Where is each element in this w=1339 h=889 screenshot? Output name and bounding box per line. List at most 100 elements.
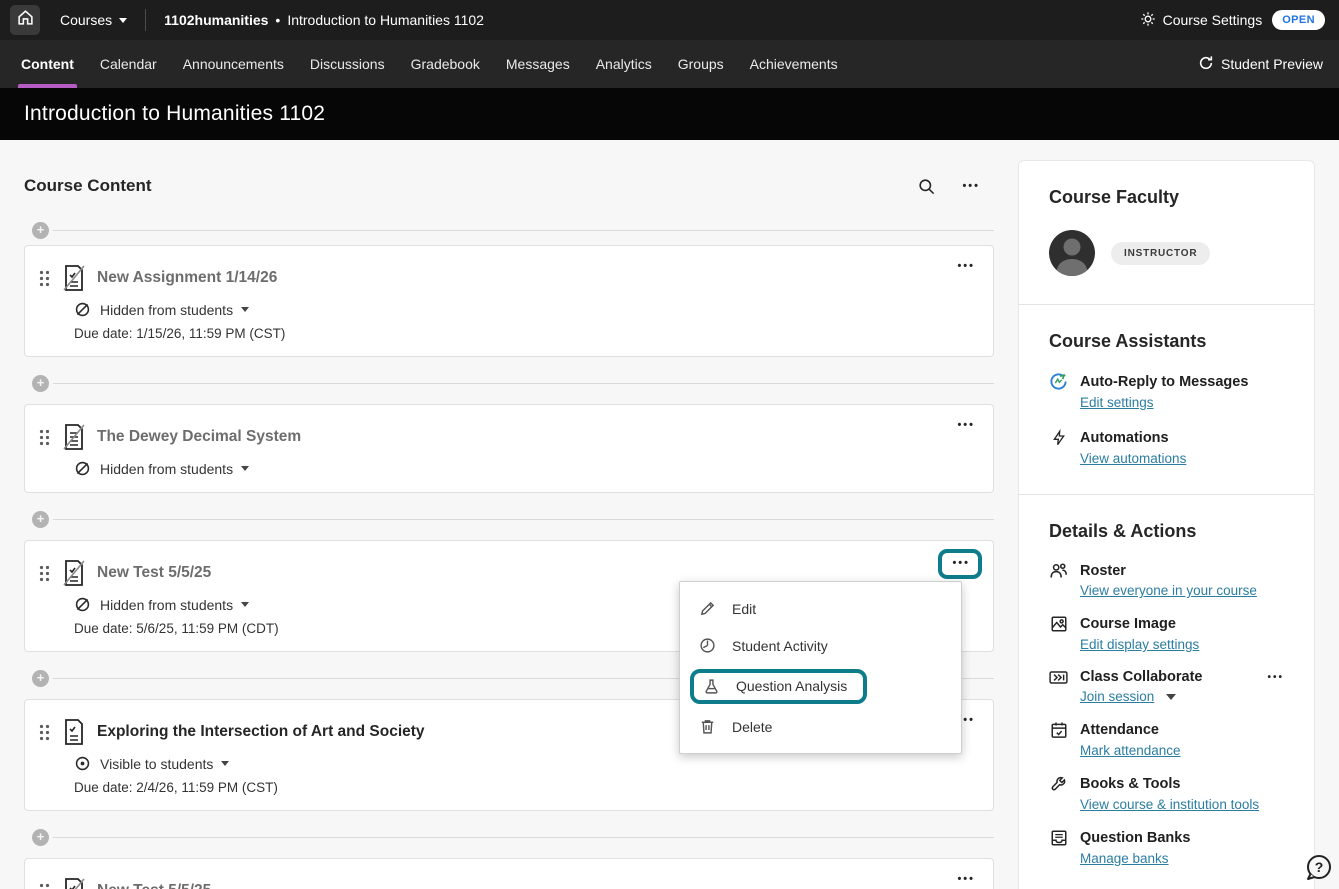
breadcrumb-course-id: 1102humanities — [164, 12, 268, 28]
assistant-item-automations: Automations View automations — [1049, 429, 1284, 466]
question-banks-link[interactable]: Manage banks — [1080, 851, 1169, 866]
people-icon — [1049, 562, 1068, 579]
menu-item-label: Student Activity — [732, 638, 828, 654]
course-settings-button[interactable]: Course Settings — [1140, 11, 1263, 30]
student-preview-button[interactable]: Student Preview — [1198, 55, 1323, 74]
chevron-down-icon — [241, 602, 249, 607]
course-settings-label: Course Settings — [1163, 12, 1263, 28]
document-icon — [60, 422, 87, 452]
chevron-down-icon — [221, 761, 229, 766]
menu-item-delete[interactable]: Delete — [680, 708, 961, 745]
tab-content[interactable]: Content — [8, 40, 87, 88]
details-item-attendance: Attendance Mark attendance — [1049, 721, 1284, 758]
add-content-button[interactable]: + — [32, 829, 49, 846]
home-button[interactable] — [10, 5, 40, 35]
tab-groups[interactable]: Groups — [665, 40, 737, 88]
courses-label: Courses — [60, 12, 112, 28]
chevron-down-icon — [119, 18, 127, 23]
details-label: Roster — [1080, 563, 1126, 579]
details-label: Attendance — [1080, 722, 1159, 738]
roster-link[interactable]: View everyone in your course — [1080, 583, 1257, 598]
tab-analytics[interactable]: Analytics — [583, 40, 665, 88]
item-overflow-menu-highlighted[interactable]: ••• — [938, 549, 982, 579]
menu-item-label: Question Analysis — [736, 678, 847, 694]
item-title[interactable]: New Test 5/5/25 — [97, 564, 211, 582]
chevron-down-icon[interactable] — [1166, 694, 1176, 700]
books-tools-link[interactable]: View course & institution tools — [1080, 797, 1259, 812]
instructor-avatar[interactable] — [1049, 230, 1095, 276]
drag-handle-icon[interactable] — [39, 270, 50, 287]
auto-reply-ai-icon — [1049, 372, 1068, 391]
home-icon — [17, 9, 34, 31]
tab-gradebook[interactable]: Gradebook — [398, 40, 493, 88]
courses-dropdown[interactable]: Courses — [60, 12, 127, 28]
tab-achievements[interactable]: Achievements — [737, 40, 851, 88]
menu-item-student-activity[interactable]: Student Activity — [680, 627, 961, 664]
drag-handle-icon[interactable] — [39, 724, 50, 741]
tab-messages[interactable]: Messages — [493, 40, 583, 88]
trash-icon — [698, 718, 717, 735]
course-sidebar: Course Faculty INSTRUCTOR Course Assista… — [1018, 160, 1315, 889]
item-title[interactable]: Exploring the Intersection of Art and So… — [97, 723, 425, 741]
menu-item-edit[interactable]: Edit — [680, 590, 961, 627]
wrench-icon — [1049, 775, 1068, 793]
menu-item-question-analysis[interactable]: Question Analysis — [680, 664, 961, 708]
content-overflow-menu[interactable]: ••• — [962, 180, 980, 192]
course-open-badge[interactable]: OPEN — [1272, 10, 1325, 30]
activity-clock-icon — [698, 637, 717, 654]
collaborate-camera-icon — [1049, 670, 1068, 685]
add-content-button[interactable]: + — [32, 375, 49, 392]
divider — [145, 9, 146, 31]
item-overflow-menu[interactable]: ••• — [957, 419, 975, 431]
help-bubble-icon: ? — [1304, 853, 1334, 883]
add-content-button[interactable]: + — [32, 511, 49, 528]
visibility-selector[interactable]: Visible to students — [74, 755, 973, 772]
eye-slash-icon — [74, 596, 91, 613]
tab-calendar[interactable]: Calendar — [87, 40, 170, 88]
add-content-button[interactable]: + — [32, 670, 49, 687]
calendar-check-icon — [1049, 721, 1068, 739]
help-button[interactable]: ? — [1304, 853, 1334, 883]
due-date: Due date: 2/4/26, 11:59 PM (CST) — [74, 780, 973, 795]
visibility-selector[interactable]: Hidden from students — [74, 301, 973, 318]
add-content-divider: + — [32, 375, 994, 392]
course-image-link[interactable]: Edit display settings — [1080, 637, 1199, 652]
visibility-label: Hidden from students — [100, 461, 233, 477]
item-overflow-menu[interactable]: ••• — [957, 260, 975, 272]
details-heading: Details & Actions — [1049, 521, 1284, 542]
menu-item-label: Edit — [732, 601, 756, 617]
assistant-label: Auto-Reply to Messages — [1080, 374, 1248, 390]
item-title[interactable]: New Test 5/5/25 — [97, 882, 211, 889]
view-automations-link[interactable]: View automations — [1080, 451, 1186, 466]
content-item-card: New Test 5/5/25 Hidden from students Due… — [24, 858, 994, 889]
visibility-label: Visible to students — [100, 756, 213, 772]
details-item-course-image: Course Image Edit display settings — [1049, 615, 1284, 652]
edit-settings-link[interactable]: Edit settings — [1080, 395, 1154, 410]
drag-handle-icon[interactable] — [39, 883, 50, 889]
drag-handle-icon[interactable] — [39, 565, 50, 582]
drag-handle-icon[interactable] — [39, 429, 50, 446]
attendance-link[interactable]: Mark attendance — [1080, 743, 1181, 758]
join-session-link[interactable]: Join session — [1080, 689, 1154, 704]
add-content-button[interactable]: + — [32, 222, 49, 239]
tab-announcements[interactable]: Announcements — [170, 40, 297, 88]
test-icon — [60, 876, 87, 889]
item-title[interactable]: New Assignment 1/14/26 — [97, 269, 277, 287]
item-overflow-menu[interactable]: ••• — [957, 873, 975, 885]
search-icon[interactable] — [917, 177, 936, 196]
divider — [53, 383, 994, 384]
visibility-label: Hidden from students — [100, 302, 233, 318]
divider — [53, 837, 994, 838]
assistants-heading: Course Assistants — [1049, 331, 1284, 352]
item-title[interactable]: The Dewey Decimal System — [97, 428, 301, 446]
page-title: Introduction to Humanities 1102 — [24, 102, 325, 126]
eye-slash-icon — [74, 460, 91, 477]
flask-icon — [702, 678, 721, 695]
details-label: Question Banks — [1080, 830, 1190, 846]
assignment-icon — [60, 263, 87, 293]
visibility-selector[interactable]: Hidden from students — [74, 460, 973, 477]
collaborate-overflow-menu[interactable]: ••• — [1267, 672, 1284, 683]
menu-item-label: Delete — [732, 719, 772, 735]
assistant-label: Automations — [1080, 430, 1169, 446]
tab-discussions[interactable]: Discussions — [297, 40, 398, 88]
